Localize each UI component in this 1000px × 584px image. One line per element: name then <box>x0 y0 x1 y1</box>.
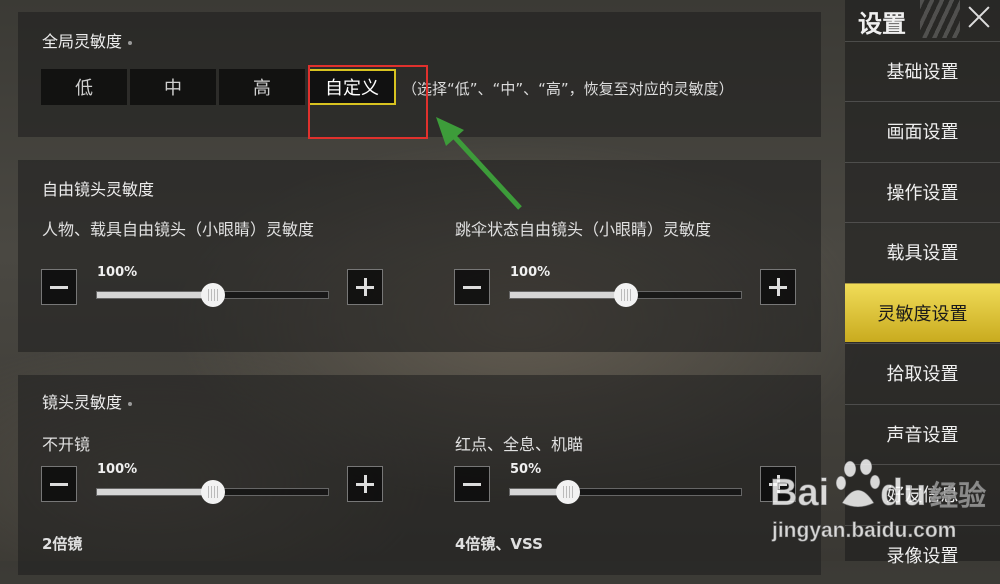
increase-button[interactable] <box>760 269 796 305</box>
decrease-button[interactable] <box>454 269 490 305</box>
watermark-site: jingyan.baidu.com <box>771 519 956 542</box>
close-icon[interactable] <box>964 3 994 33</box>
slider-handle[interactable] <box>200 283 225 307</box>
sensitivity-slider[interactable] <box>509 283 742 307</box>
free-camera-right-label: 跳伞状态自由镜头（小眼睛）灵敏度 <box>455 220 712 239</box>
free-camera-left-label: 人物、载具自由镜头（小眼睛）灵敏度 <box>42 220 315 239</box>
title-stripes-decoration <box>920 0 960 38</box>
slider-fill <box>510 292 626 298</box>
preset-low-button[interactable]: 低 <box>41 69 127 105</box>
slider-value: 100% <box>97 462 138 477</box>
slider-handle[interactable] <box>555 480 580 504</box>
decrease-button[interactable] <box>41 269 77 305</box>
watermark-du: du <box>880 472 926 514</box>
plus-icon <box>777 278 780 296</box>
sensitivity-slider[interactable] <box>96 480 329 504</box>
annotation-highlight-box <box>308 65 428 139</box>
paw-icon <box>835 458 881 508</box>
decrease-button[interactable] <box>454 466 490 502</box>
preset-medium-button[interactable]: 中 <box>130 69 216 105</box>
watermark-suffix: 经验 <box>930 479 986 512</box>
slider-fill <box>97 292 213 298</box>
sensitivity-slider[interactable] <box>96 283 329 307</box>
increase-button[interactable] <box>347 269 383 305</box>
slider-value: 100% <box>510 265 551 280</box>
global-sensitivity-title: 全局灵敏度 <box>42 32 123 51</box>
sidebar-item-pickup[interactable]: 拾取设置 <box>845 343 1000 402</box>
slider-value: 50% <box>510 462 542 477</box>
minus-icon <box>463 286 481 289</box>
global-sensitivity-panel: 全局灵敏度 低 中 高 自定义 （选择“低”、“中”、“高”，恢复至对应的灵敏度… <box>18 12 821 139</box>
slider-value: 100% <box>97 265 138 280</box>
free-camera-title: 自由镜头灵敏度 <box>42 180 155 199</box>
minus-icon <box>50 483 68 486</box>
sidebar-item-basic[interactable]: 基础设置 <box>845 41 1000 100</box>
watermark-brand: Bai <box>770 472 829 514</box>
preset-high-button[interactable]: 高 <box>219 69 305 105</box>
minus-icon <box>50 286 68 289</box>
decrease-button[interactable] <box>41 466 77 502</box>
sidebar-item-vehicle[interactable]: 载具设置 <box>845 222 1000 281</box>
baidu-watermark: Bai du 经验 jingyan.baidu.com <box>770 458 987 543</box>
plus-icon <box>364 475 367 493</box>
increase-button[interactable] <box>347 466 383 502</box>
slider-handle[interactable] <box>613 283 638 307</box>
preset-hint: （选择“低”、“中”、“高”，恢复至对应的灵敏度） <box>402 80 734 98</box>
info-dot-icon <box>128 401 133 406</box>
info-dot-icon <box>128 40 133 45</box>
sidebar-item-graphics[interactable]: 画面设置 <box>845 101 1000 160</box>
scope-2x-label: 2倍镜 <box>42 535 83 553</box>
camera-sensitivity-title: 镜头灵敏度 <box>42 393 123 412</box>
scope-4x-label: 4倍镜、VSS <box>455 535 543 553</box>
slider-handle[interactable] <box>200 480 225 504</box>
minus-icon <box>463 483 481 486</box>
settings-title: 设置 <box>858 10 906 38</box>
red-dot-label: 红点、全息、机瞄 <box>455 435 584 454</box>
sidebar-item-sensitivity[interactable]: 灵敏度设置 <box>845 283 1000 342</box>
no-scope-label: 不开镜 <box>42 435 91 454</box>
slider-fill <box>97 489 213 495</box>
sidebar-item-controls[interactable]: 操作设置 <box>845 162 1000 221</box>
free-camera-panel: 自由镜头灵敏度 人物、载具自由镜头（小眼睛）灵敏度 跳伞状态自由镜头（小眼睛）灵… <box>18 160 821 352</box>
camera-sensitivity-panel: 镜头灵敏度 不开镜 红点、全息、机瞄 100% 50% 2倍镜 4倍镜、VSS <box>18 375 821 575</box>
sensitivity-slider[interactable] <box>509 480 742 504</box>
plus-icon <box>364 278 367 296</box>
